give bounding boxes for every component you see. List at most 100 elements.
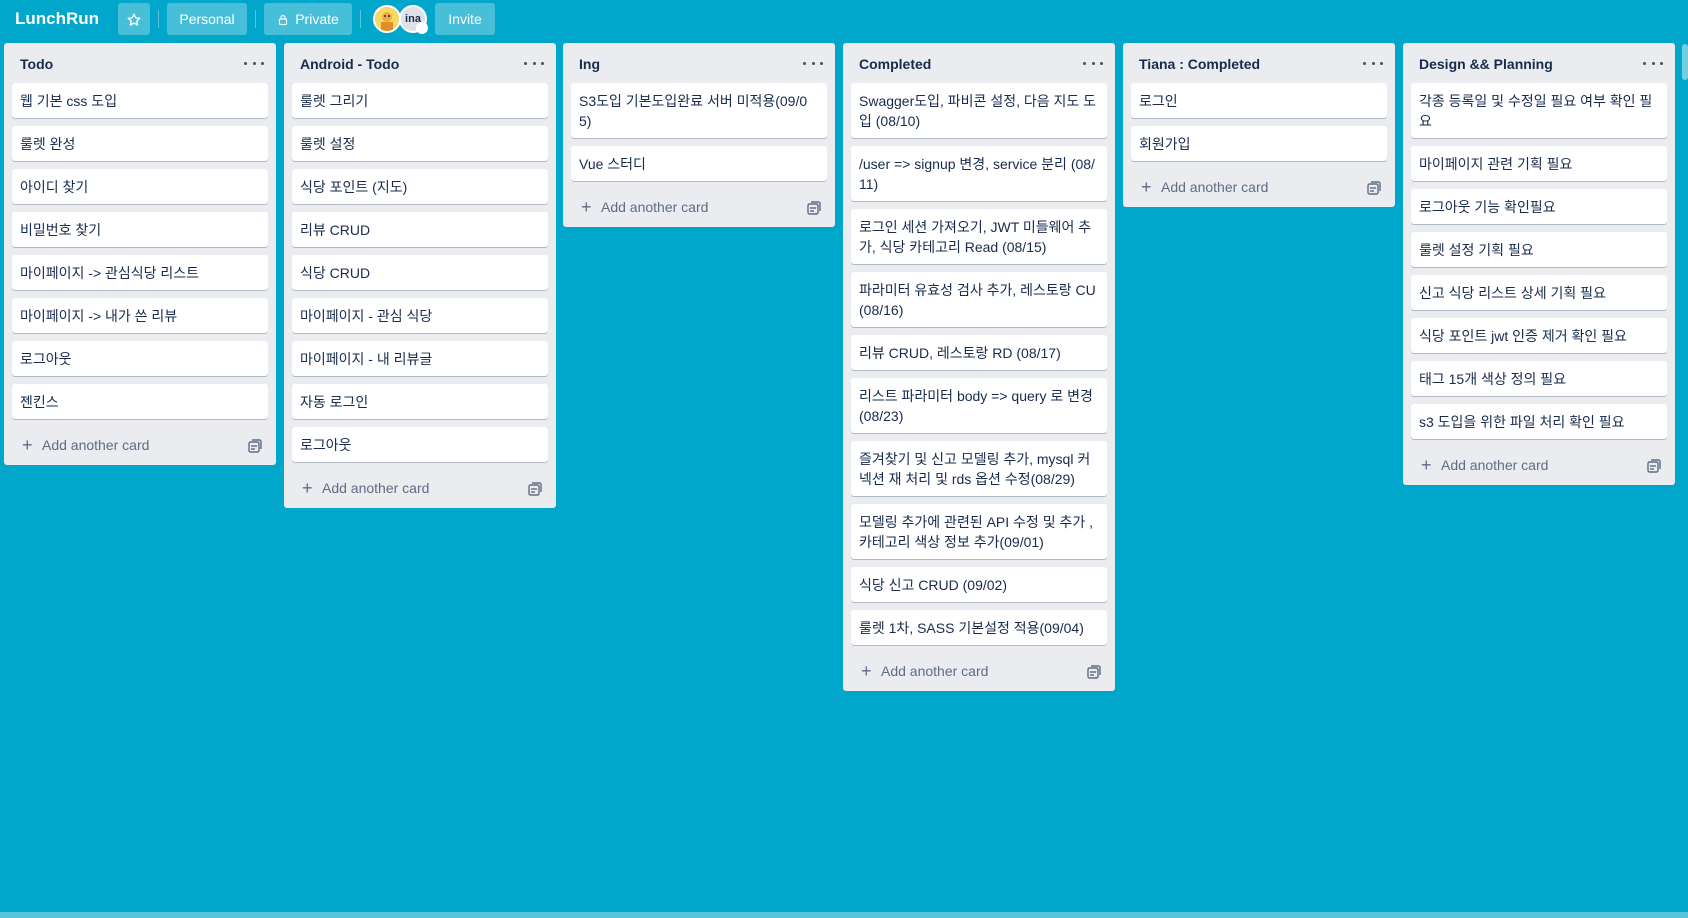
list-menu-button[interactable] bbox=[524, 55, 544, 71]
card[interactable]: 젠킨스 bbox=[12, 384, 268, 419]
card[interactable]: 리스트 파라미터 body => query 로 변경 (08/23) bbox=[851, 378, 1107, 433]
list-menu-button[interactable] bbox=[803, 55, 823, 71]
list-menu-button[interactable] bbox=[1643, 55, 1663, 71]
list-menu-button[interactable] bbox=[1083, 55, 1103, 71]
card[interactable]: 즐겨찾기 및 신고 모델링 추가, mysql 커넥션 재 처리 및 rds 옵… bbox=[851, 441, 1107, 496]
card[interactable]: 모델링 추가에 관련된 API 수정 및 추가 , 카테고리 색상 정보 추가(… bbox=[851, 504, 1107, 559]
card[interactable]: 로그아웃 bbox=[12, 341, 268, 376]
add-card-button[interactable]: + Add another card bbox=[302, 478, 429, 498]
card[interactable]: 로그인 bbox=[1131, 83, 1387, 118]
add-card-button[interactable]: + Add another card bbox=[1141, 177, 1268, 197]
card[interactable]: 비밀번호 찾기 bbox=[12, 212, 268, 247]
list-header: Ing bbox=[563, 43, 835, 83]
card[interactable]: 파라미터 유효성 검사 추가, 레스토랑 CU (08/16) bbox=[851, 272, 1107, 327]
card[interactable]: 자동 로그인 bbox=[292, 384, 548, 419]
more-icon bbox=[803, 61, 806, 65]
more-icon-dot bbox=[1100, 61, 1103, 65]
card[interactable]: 마이페이지 -> 내가 쓴 리뷰 bbox=[12, 298, 268, 333]
personal-button[interactable]: Personal bbox=[167, 3, 247, 35]
card[interactable]: s3 도입을 위한 파일 처리 확인 필요 bbox=[1411, 404, 1667, 439]
add-card-button[interactable]: + Add another card bbox=[22, 435, 149, 455]
list-footer: + Add another card bbox=[4, 427, 276, 465]
card[interactable]: 아이디 찾기 bbox=[12, 169, 268, 204]
add-card-button[interactable]: + Add another card bbox=[581, 197, 708, 217]
card[interactable]: S3도입 기본도입완료 서버 미적용(09/05) bbox=[571, 83, 827, 138]
card[interactable]: 식당 포인트 jwt 인증 제거 확인 필요 bbox=[1411, 318, 1667, 353]
card[interactable]: 룰렛 그리기 bbox=[292, 83, 548, 118]
more-icon bbox=[1083, 61, 1086, 65]
more-icon-dot bbox=[1091, 61, 1095, 65]
plus-icon: + bbox=[1421, 455, 1432, 475]
card[interactable]: Vue 스터디 bbox=[571, 146, 827, 181]
lock-icon bbox=[279, 15, 288, 26]
star-button[interactable] bbox=[118, 3, 150, 35]
card-list: S3도입 기본도입완료 서버 미적용(09/05) Vue 스터디 bbox=[563, 83, 835, 181]
invite-label: Invite bbox=[448, 11, 482, 27]
list-title[interactable]: Android - Todo bbox=[300, 54, 399, 74]
member-avatar[interactable] bbox=[373, 5, 401, 33]
card[interactable]: 회원가입 bbox=[1131, 126, 1387, 161]
list-tiana-completed: Tiana : Completed 로그인 회원가입 + Add another … bbox=[1123, 43, 1395, 207]
card[interactable]: 로그아웃 bbox=[292, 427, 548, 462]
list-header: Android - Todo bbox=[284, 43, 556, 83]
list-title[interactable]: Todo bbox=[20, 54, 53, 74]
horizontal-scrollbar[interactable] bbox=[0, 912, 1688, 918]
personal-label: Personal bbox=[179, 11, 235, 27]
add-card-label: Add another card bbox=[601, 199, 709, 215]
more-icon-dot bbox=[1371, 61, 1375, 65]
card[interactable]: 마이페이지 - 관심 식당 bbox=[292, 298, 548, 333]
more-icon-dot bbox=[252, 61, 256, 65]
private-label: Private bbox=[295, 11, 339, 27]
add-card-button[interactable]: + Add another card bbox=[1421, 455, 1548, 475]
vertical-scrollbar[interactable] bbox=[1682, 44, 1688, 80]
header-divider bbox=[158, 10, 159, 28]
card[interactable]: 식당 포인트 (지도) bbox=[292, 169, 548, 204]
board-title[interactable]: LunchRun bbox=[15, 6, 99, 32]
list-menu-button[interactable] bbox=[1363, 55, 1383, 71]
member-avatar[interactable]: ina bbox=[399, 5, 428, 34]
avatar-image-icon bbox=[375, 7, 399, 31]
more-icon-dot bbox=[820, 61, 823, 65]
add-card-label: Add another card bbox=[1161, 179, 1269, 195]
card[interactable]: 각종 등록일 및 수정일 필요 여부 확인 필요 bbox=[1411, 83, 1667, 138]
card[interactable]: 룰렛 설정 기획 필요 bbox=[1411, 232, 1667, 267]
card-template-icon[interactable] bbox=[807, 201, 821, 215]
card[interactable]: 로그아웃 기능 확인필요 bbox=[1411, 189, 1667, 224]
list-title[interactable]: Completed bbox=[859, 54, 931, 74]
card[interactable]: 마이페이지 - 내 리뷰글 bbox=[292, 341, 548, 376]
card[interactable]: 룰렛 완성 bbox=[12, 126, 268, 161]
list-menu-button[interactable] bbox=[244, 55, 264, 71]
card[interactable]: 식당 CRUD bbox=[292, 255, 548, 290]
list-header: Completed bbox=[843, 43, 1115, 83]
card[interactable]: 마이페이지 관련 기획 필요 bbox=[1411, 146, 1667, 181]
card[interactable]: 웹 기본 css 도입 bbox=[12, 83, 268, 118]
card[interactable]: 식당 신고 CRUD (09/02) bbox=[851, 567, 1107, 602]
card[interactable]: 리뷰 CRUD, 레스토랑 RD (08/17) bbox=[851, 335, 1107, 370]
card[interactable]: 태그 15개 색상 정의 필요 bbox=[1411, 361, 1667, 396]
private-button[interactable]: Private bbox=[264, 3, 352, 35]
card-template-icon[interactable] bbox=[1367, 181, 1381, 195]
card[interactable]: 룰렛 설정 bbox=[292, 126, 548, 161]
card[interactable]: 리뷰 CRUD bbox=[292, 212, 548, 247]
add-card-label: Add another card bbox=[1441, 457, 1549, 473]
card-template-icon[interactable] bbox=[248, 439, 262, 453]
list-title[interactable]: Ing bbox=[579, 54, 600, 74]
card[interactable]: 마이페이지 -> 관심식당 리스트 bbox=[12, 255, 268, 290]
card[interactable]: 룰렛 1차, SASS 기본설정 적용(09/04) bbox=[851, 610, 1107, 645]
more-icon-dot bbox=[532, 61, 536, 65]
card[interactable]: 로그인 세션 가져오기, JWT 미들웨어 추가, 식당 카테고리 Read (… bbox=[851, 209, 1107, 264]
add-card-button[interactable]: + Add another card bbox=[861, 661, 988, 681]
card[interactable]: /user => signup 변경, service 분리 (08/11) bbox=[851, 146, 1107, 201]
add-card-label: Add another card bbox=[42, 437, 150, 453]
card-template-icon[interactable] bbox=[1647, 459, 1661, 473]
list-title[interactable]: Design && Planning bbox=[1419, 54, 1553, 74]
invite-button[interactable]: Invite bbox=[435, 3, 495, 35]
card-template-icon[interactable] bbox=[528, 482, 542, 496]
card[interactable]: Swagger도입, 파비콘 설정, 다음 지도 도입 (08/10) bbox=[851, 83, 1107, 138]
card[interactable]: 신고 식당 리스트 상세 기획 필요 bbox=[1411, 275, 1667, 310]
card-template-icon[interactable] bbox=[1087, 665, 1101, 679]
plus-icon: + bbox=[581, 197, 592, 217]
more-icon bbox=[244, 61, 247, 65]
list-title[interactable]: Tiana : Completed bbox=[1139, 54, 1260, 74]
list-android-todo: Android - Todo 룰렛 그리기 룰렛 설정 식당 포인트 (지도) … bbox=[284, 43, 556, 508]
